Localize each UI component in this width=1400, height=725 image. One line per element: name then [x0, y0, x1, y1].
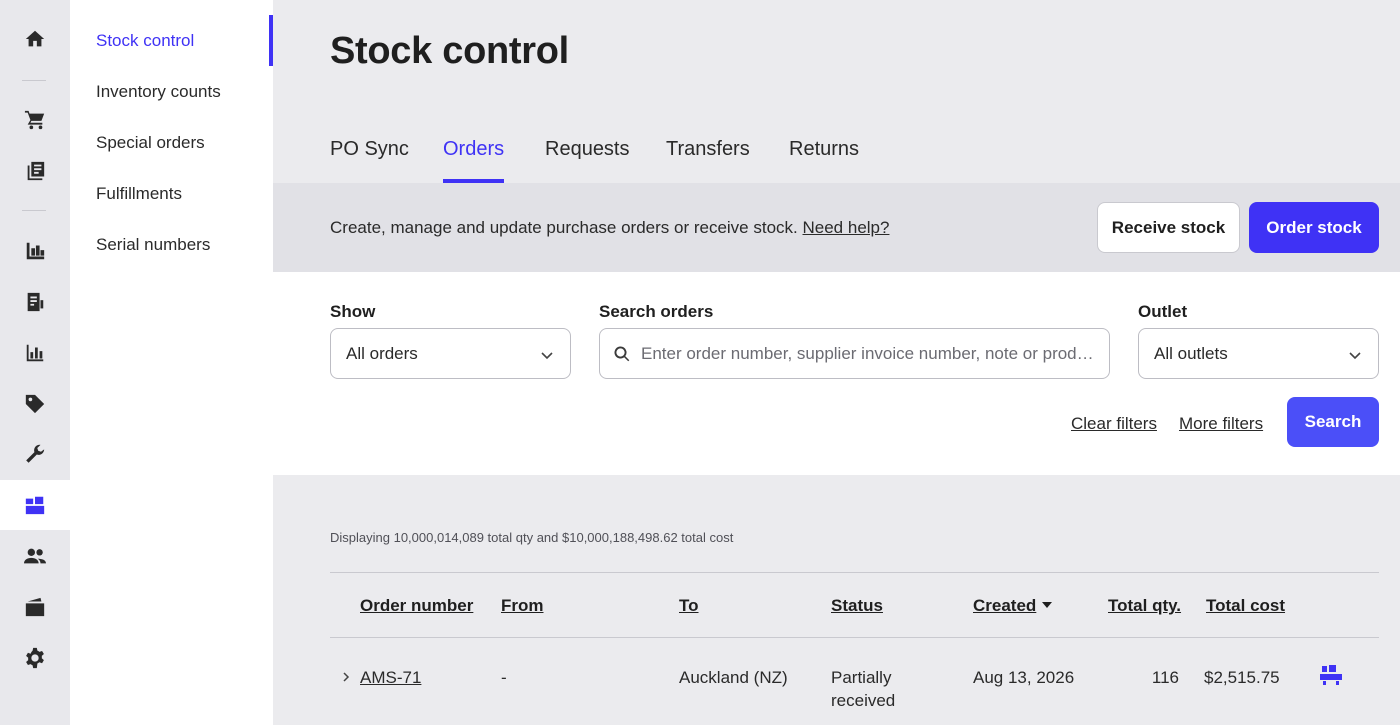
search-button[interactable]: Search — [1287, 397, 1379, 447]
inventory-nav-button[interactable] — [0, 480, 70, 530]
order-total-cost-cell: $2,515.75 — [1204, 668, 1280, 687]
register-icon — [27, 292, 44, 312]
rail-divider — [22, 210, 46, 211]
column-header-created[interactable]: Created — [973, 596, 1053, 616]
chevron-down-icon — [1348, 347, 1362, 361]
table-top-divider — [330, 572, 1379, 573]
column-header-to[interactable]: To — [679, 596, 699, 616]
sell-nav-button[interactable] — [0, 95, 70, 145]
catalog-nav-button[interactable] — [0, 226, 70, 276]
customers-icon — [24, 548, 46, 564]
search-orders-label: Search orders — [599, 302, 714, 321]
tab-po-sync[interactable]: PO Sync — [330, 138, 409, 183]
tab-orders-label: Orders — [443, 138, 505, 160]
banner-text: Create, manage and update purchase order… — [330, 218, 889, 238]
search-icon — [613, 345, 631, 363]
reports-nav-button[interactable] — [0, 328, 70, 378]
settings-gear-icon — [26, 647, 44, 669]
sales-ledger-icon — [27, 161, 45, 181]
page-title: Stock control — [330, 30, 569, 72]
receive-order-truck-icon[interactable] — [1319, 664, 1345, 686]
column-header-total-cost[interactable]: Total cost — [1206, 596, 1285, 616]
banner-description: Create, manage and update purchase order… — [330, 218, 798, 237]
order-total-qty-cell: 116 — [1151, 668, 1179, 687]
tab-requests[interactable]: Requests — [545, 138, 630, 183]
inventory-subnav: Stock control Inventory counts Special o… — [70, 0, 273, 725]
promotions-nav-button[interactable] — [0, 379, 70, 429]
show-select[interactable]: All orders — [330, 328, 571, 379]
order-to-cell: Auckland (NZ) — [679, 668, 788, 687]
inventory-boxes-icon — [25, 496, 45, 515]
more-filters-link[interactable]: More filters — [1179, 414, 1263, 434]
catalog-icon — [26, 242, 45, 260]
home-icon — [25, 30, 45, 47]
reports-icon — [26, 344, 44, 362]
sales-ledger-nav-button[interactable] — [0, 146, 70, 196]
sort-descending-icon — [1042, 602, 1053, 608]
chevron-down-icon — [540, 347, 554, 361]
column-header-total-qty[interactable]: Total qty. — [1108, 596, 1181, 616]
tab-orders[interactable]: Orders — [443, 138, 505, 183]
subnav-item-serial-numbers[interactable]: Serial numbers — [96, 234, 210, 256]
icon-rail — [0, 0, 70, 725]
tag-icon — [25, 394, 45, 414]
order-status-line-2: received — [831, 691, 896, 710]
setup-nav-button[interactable] — [0, 429, 70, 479]
totals-summary: Displaying 10,000,014,089 total qty and … — [330, 530, 734, 545]
column-header-status[interactable]: Status — [831, 596, 883, 616]
order-status-cell: Partially received — [831, 666, 895, 712]
order-status-line-1: Partially — [831, 668, 892, 687]
receive-stock-button[interactable]: Receive stock — [1097, 202, 1240, 253]
register-nav-button[interactable] — [0, 277, 70, 327]
outlet-filter-label: Outlet — [1138, 302, 1188, 321]
filters-panel: Show All orders Search orders Outlet All… — [273, 272, 1400, 475]
column-header-created-label: Created — [973, 596, 1037, 615]
info-banner: Create, manage and update purchase order… — [273, 183, 1400, 272]
expand-row-chevron-icon[interactable] — [340, 670, 352, 684]
need-help-link[interactable]: Need help? — [803, 218, 890, 237]
search-orders-input[interactable] — [641, 341, 1101, 367]
customers-nav-button[interactable] — [0, 531, 70, 581]
subnav-item-fulfillments[interactable]: Fulfillments — [96, 183, 182, 205]
wallet-icon — [25, 597, 45, 617]
cart-icon — [24, 110, 45, 130]
order-created-cell: Aug 13, 2026 — [973, 668, 1075, 687]
order-from-cell: - — [501, 668, 507, 687]
order-stock-button[interactable]: Order stock — [1249, 202, 1379, 253]
table-header-divider — [330, 637, 1379, 638]
outlet-select-value: All outlets — [1154, 343, 1228, 363]
outlet-select[interactable]: All outlets — [1138, 328, 1379, 379]
show-select-value: All orders — [346, 343, 418, 363]
column-header-from[interactable]: From — [501, 596, 544, 616]
show-filter-label: Show — [330, 302, 376, 321]
main-content: Stock control PO Sync Orders Requests Tr… — [273, 0, 1400, 725]
tab-returns[interactable]: Returns — [789, 138, 859, 183]
search-orders-field[interactable] — [599, 328, 1110, 379]
subnav-item-inventory-counts[interactable]: Inventory counts — [96, 81, 221, 103]
payments-nav-button[interactable] — [0, 582, 70, 632]
clear-filters-link[interactable]: Clear filters — [1071, 414, 1157, 434]
settings-nav-button[interactable] — [0, 633, 70, 683]
subnav-item-special-orders[interactable]: Special orders — [96, 132, 205, 154]
home-nav-button[interactable] — [0, 14, 70, 64]
order-number-link[interactable]: AMS-71 — [360, 666, 421, 689]
tab-transfers[interactable]: Transfers — [666, 138, 750, 183]
column-header-order-number[interactable]: Order number — [360, 596, 473, 616]
subnav-item-stock-control[interactable]: Stock control — [96, 30, 194, 52]
wrench-icon — [26, 444, 45, 463]
rail-divider — [22, 80, 46, 81]
